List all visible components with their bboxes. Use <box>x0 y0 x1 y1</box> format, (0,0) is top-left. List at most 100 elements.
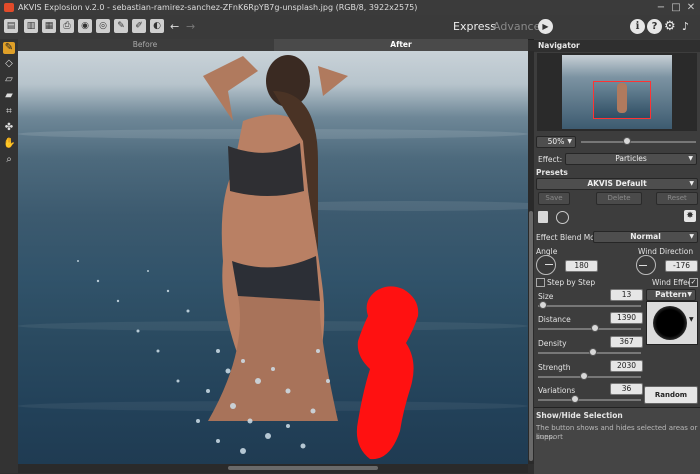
pattern-shape <box>653 306 687 340</box>
step-by-step-label: Step by Step <box>547 278 596 287</box>
density-label: Density <box>538 339 567 348</box>
angle-dial[interactable] <box>536 255 556 275</box>
selection-brush-icon[interactable]: ✎ <box>3 42 15 54</box>
maximize-button[interactable]: □ <box>670 2 682 13</box>
minimize-button[interactable]: − <box>655 2 667 13</box>
distance-slider[interactable] <box>538 328 641 330</box>
effect-select[interactable]: Particles ▼ <box>565 153 697 165</box>
chevron-down-icon: ▼ <box>689 180 694 187</box>
navigator-header: Navigator <box>534 40 700 52</box>
tab-before[interactable]: Before <box>18 39 272 51</box>
window-title: AKVIS Explosion v.2.0 - sebastian-ramire… <box>18 3 418 12</box>
size-slider[interactable] <box>538 305 641 307</box>
effect-label: Effect: <box>538 155 563 164</box>
eraser-tool-icon[interactable]: ▱ <box>3 74 15 86</box>
clone-icon[interactable]: ✤ <box>3 122 15 134</box>
variations-label: Variations <box>538 386 576 395</box>
tab-after[interactable]: After <box>274 39 528 51</box>
step-by-step-checkbox[interactable] <box>536 278 545 287</box>
info-icon[interactable]: i <box>630 19 645 34</box>
angle-input[interactable]: 180 <box>565 260 598 272</box>
preset-value: AKVIS Default <box>587 179 647 188</box>
chevron-down-icon: ▼ <box>688 155 693 162</box>
distance-slider-knob[interactable] <box>590 324 599 332</box>
tool-panel: ✎ ◇ ▱ ▰ ⌗ ✤ ✋ ⌕ <box>0 39 19 473</box>
wind-direction-dial[interactable] <box>636 255 656 275</box>
variations-slider-knob[interactable] <box>571 395 580 403</box>
hand-icon[interactable]: ✋ <box>3 138 15 150</box>
preset-reset-button[interactable]: Reset <box>656 192 698 205</box>
zoom-slider-knob[interactable] <box>623 137 631 145</box>
background-tab-icon[interactable]: ✸ <box>684 210 696 222</box>
open-icon[interactable]: ▤ <box>4 19 18 33</box>
size-input[interactable]: 13 <box>610 289 643 301</box>
close-button[interactable]: ✕ <box>685 2 697 13</box>
strength-label: Strength <box>538 363 571 372</box>
preset-save-button[interactable]: Save <box>538 192 570 205</box>
woman-figure <box>203 55 348 421</box>
variations-slider[interactable] <box>538 399 641 401</box>
lasso-icon[interactable]: ◇ <box>3 58 15 70</box>
zoom-value: 50% <box>547 137 565 146</box>
size-slider-knob[interactable] <box>539 301 548 309</box>
share-icon[interactable]: ◉ <box>78 19 92 33</box>
show-hide-selection-icon[interactable]: ◐ <box>150 19 164 33</box>
app-logo-icon <box>4 3 14 12</box>
wind-effect-checkbox[interactable]: ✓ <box>689 278 698 287</box>
redo-icon[interactable]: → <box>186 20 195 33</box>
variations-input[interactable]: 36 <box>610 383 643 395</box>
density-input[interactable]: 367 <box>610 336 643 348</box>
help-text-line: lines. <box>536 433 555 441</box>
bell-icon[interactable]: ♪ <box>682 20 689 33</box>
express-mode-button[interactable]: Express <box>453 20 496 33</box>
eraser-icon[interactable]: ✐ <box>132 19 146 33</box>
blend-mode-value: Normal <box>630 232 661 241</box>
gear-icon[interactable]: ⚙ <box>664 19 676 34</box>
random-seed-button[interactable]: Random Seed <box>644 386 698 415</box>
horizontal-scrollbar[interactable] <box>18 464 528 473</box>
strength-slider[interactable] <box>538 376 641 378</box>
pattern-value: Pattern <box>655 290 687 299</box>
view-tabs: Before After <box>18 39 528 51</box>
print-icon[interactable]: ⎙ <box>60 19 74 33</box>
selection-mask <box>356 286 419 460</box>
crop-icon[interactable]: ⌗ <box>3 106 15 118</box>
texture-tab-icon[interactable] <box>556 211 569 224</box>
save-icon[interactable]: ▥ <box>24 19 38 33</box>
batch-icon[interactable]: ▦ <box>42 19 56 33</box>
density-slider-knob[interactable] <box>588 348 597 356</box>
help-icon[interactable]: ? <box>647 19 662 34</box>
zoom-icon[interactable]: ⌕ <box>3 154 15 166</box>
effect-value: Particles <box>615 154 647 163</box>
bucket-icon[interactable]: ▰ <box>3 90 15 102</box>
brush-icon[interactable]: ✎ <box>114 19 128 33</box>
chevron-down-icon: ▼ <box>687 291 692 298</box>
blend-mode-select[interactable]: Normal ▼ <box>593 231 698 243</box>
size-label: Size <box>538 292 554 301</box>
distance-input[interactable]: 1390 <box>610 312 643 324</box>
load-selection-icon[interactable]: ◎ <box>96 19 110 33</box>
navigator-preview[interactable] <box>537 53 697 131</box>
pattern-select[interactable]: Pattern ▼ <box>646 289 696 301</box>
strength-slider-knob[interactable] <box>580 372 589 380</box>
image-canvas[interactable] <box>18 51 528 464</box>
preset-select[interactable]: AKVIS Default ▼ <box>536 178 698 190</box>
distance-label: Distance <box>538 315 571 324</box>
settings-tab-icon[interactable] <box>538 211 548 223</box>
scroll-thumb[interactable] <box>228 466 378 470</box>
pattern-preview[interactable]: ▼ <box>646 301 698 345</box>
zoom-slider[interactable] <box>581 141 696 143</box>
settings-panel: Navigator 50% ▼ Effect: Particles ▼ Preset… <box>534 39 700 474</box>
strength-input[interactable]: 2030 <box>610 360 643 372</box>
wind-direction-input[interactable]: -176 <box>665 260 698 272</box>
help-panel: Show/Hide Selection The button shows and… <box>534 407 700 474</box>
preset-delete-button[interactable]: Delete <box>596 192 642 205</box>
undo-icon[interactable]: ← <box>170 20 179 33</box>
zoom-select[interactable]: 50% ▼ <box>536 136 576 148</box>
play-icon[interactable]: ▶ <box>538 19 553 34</box>
chevron-down-icon: ▼ <box>689 233 694 240</box>
scroll-thumb[interactable] <box>529 211 533 461</box>
chevron-down-icon: ▼ <box>689 316 694 323</box>
help-text-line: The button shows and hides selected area… <box>536 424 698 441</box>
chevron-down-icon: ▼ <box>567 138 572 145</box>
